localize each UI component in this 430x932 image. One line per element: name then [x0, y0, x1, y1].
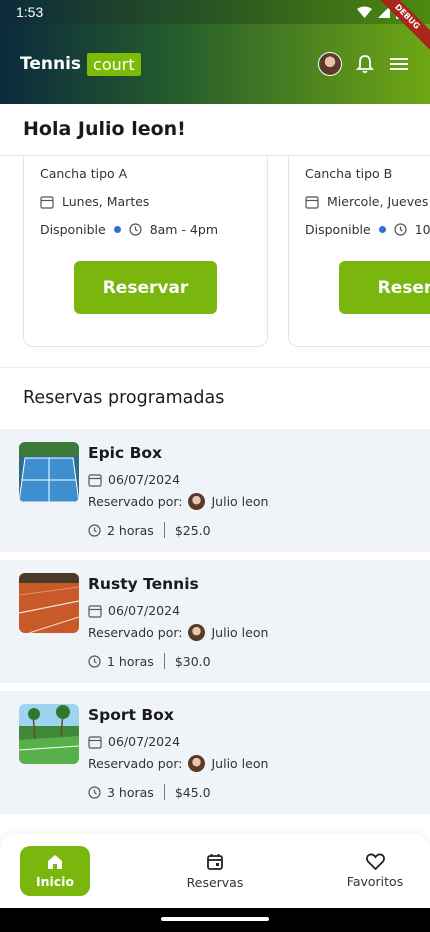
debug-banner: DEBUG: [370, 0, 430, 60]
status-bar: 1:53: [0, 0, 430, 24]
court-days: Lunes, Martes: [62, 194, 150, 209]
court-thumbnail: [19, 573, 79, 633]
calendar-icon: [305, 195, 319, 209]
calendar-icon: [88, 473, 102, 487]
brand-tennis: Tennis: [20, 54, 82, 74]
clock-icon: [88, 523, 101, 537]
clock-icon: [88, 654, 101, 668]
profile-avatar[interactable]: [318, 52, 342, 76]
court-hours: 10a: [414, 222, 430, 237]
brand-logo: Tennis court: [20, 52, 141, 76]
reservation-date-row: 06/07/2024: [88, 603, 180, 618]
status-dot: [378, 226, 386, 233]
court-days-row: Lunes, Martes: [40, 194, 251, 209]
court-type: Cancha tipo A: [40, 166, 128, 181]
reservation-date: 06/07/2024: [108, 472, 181, 487]
debug-label: DEBUG: [370, 0, 430, 54]
court-days: Miercole, Jueves: [327, 194, 429, 209]
reservation-duration: 2 horas: [107, 522, 154, 538]
reserve-button[interactable]: Reservar: [74, 261, 217, 314]
reservations-title: Reservas programadas: [23, 388, 225, 408]
meta-separator: [163, 784, 165, 800]
user-avatar: [188, 624, 206, 641]
reservation-meta-row: 1 horas $30.0: [88, 653, 211, 669]
reserved-by-user: Julio leon: [211, 494, 269, 509]
reservation-name: Sport Box: [88, 706, 174, 724]
reserved-by-user: Julio leon: [211, 625, 269, 640]
reservation-duration: 3 horas: [107, 784, 154, 800]
reservation-date-row: 06/07/2024: [88, 734, 180, 749]
calendar-icon: [207, 853, 223, 870]
court-hours: 8am - 4pm: [149, 222, 218, 237]
clock-icon: [129, 223, 142, 236]
reservation-item[interactable]: Epic Box 06/07/2024 Reservado por: Julio…: [0, 429, 430, 552]
reservation-item[interactable]: Sport Box 06/07/2024 Reservado por: Juli…: [0, 691, 430, 814]
reservation-name: Epic Box: [88, 444, 163, 462]
court-type: Cancha tipo B: [305, 166, 393, 181]
reservation-date: 06/07/2024: [108, 734, 181, 749]
brand-court: court: [87, 52, 141, 76]
home-indicator[interactable]: [161, 917, 269, 921]
court-availability-row: Disponible 10a: [305, 222, 430, 237]
status-dot: [113, 226, 121, 233]
reservation-meta-row: 3 horas $45.0: [88, 784, 211, 800]
reservation-name: Rusty Tennis: [88, 575, 199, 593]
reserved-by-label: Reservado por:: [88, 494, 183, 509]
reservation-meta-row: 2 horas $25.0: [88, 522, 211, 538]
reserve-button[interactable]: Reserv: [339, 261, 430, 314]
reserved-by-user: Julio leon: [211, 756, 269, 771]
calendar-icon: [88, 735, 102, 749]
reserved-by-label: Reservado por:: [88, 625, 183, 640]
clock-icon: [88, 785, 101, 799]
reserved-by-row: Reservado por: Julio leon: [88, 493, 268, 510]
reserved-by-label: Reservado por:: [88, 756, 183, 771]
system-navigation-bar: [0, 908, 430, 932]
nav-reservations[interactable]: Reservas: [180, 853, 250, 890]
reservation-duration: 1 horas: [107, 653, 154, 669]
court-thumbnail: [19, 704, 79, 764]
court-thumbnail: [19, 442, 79, 502]
court-days-row: Miercole, Jueves: [305, 194, 430, 209]
meta-separator: [163, 653, 165, 669]
meta-separator: [163, 522, 165, 538]
status-time: 1:53: [16, 4, 44, 20]
greeting-bar: Hola Julio leon!: [0, 104, 430, 156]
reservation-price: $30.0: [174, 653, 211, 669]
court-status: Disponible: [305, 222, 371, 237]
nav-favorites[interactable]: Favoritos: [340, 853, 410, 889]
reserved-by-row: Reservado por: Julio leon: [88, 755, 268, 772]
bottom-navigation: Inicio Reservas Favoritos: [0, 834, 430, 908]
nav-home-label: Inicio: [35, 874, 75, 889]
reservations-list: Epic Box 06/07/2024 Reservado por: Julio…: [0, 429, 430, 822]
nav-reservations-label: Reservas: [186, 874, 244, 890]
courts-carousel[interactable]: Cancha tipo A Lunes, Martes Disponible 8…: [0, 120, 430, 368]
app-header: Tennis court: [0, 24, 430, 104]
reserved-by-row: Reservado por: Julio leon: [88, 624, 268, 641]
reservation-price: $25.0: [174, 522, 211, 538]
home-icon: [48, 855, 62, 869]
court-availability-row: Disponible 8am - 4pm: [40, 222, 251, 237]
user-avatar: [188, 755, 206, 772]
nav-home[interactable]: Inicio: [20, 846, 90, 896]
reservation-date-row: 06/07/2024: [88, 472, 180, 487]
user-avatar: [188, 493, 206, 510]
clock-icon: [394, 223, 407, 236]
calendar-icon: [40, 195, 54, 209]
reservation-date: 06/07/2024: [108, 603, 181, 618]
greeting-title: Hola Julio leon!: [23, 118, 186, 140]
section-divider: [0, 367, 430, 368]
court-status: Disponible: [40, 222, 106, 237]
heart-icon: [365, 853, 385, 870]
calendar-icon: [88, 604, 102, 618]
reservation-price: $45.0: [174, 784, 211, 800]
nav-favorites-label: Favoritos: [346, 874, 404, 889]
reservation-item[interactable]: Rusty Tennis 06/07/2024 Reservado por: J…: [0, 560, 430, 683]
